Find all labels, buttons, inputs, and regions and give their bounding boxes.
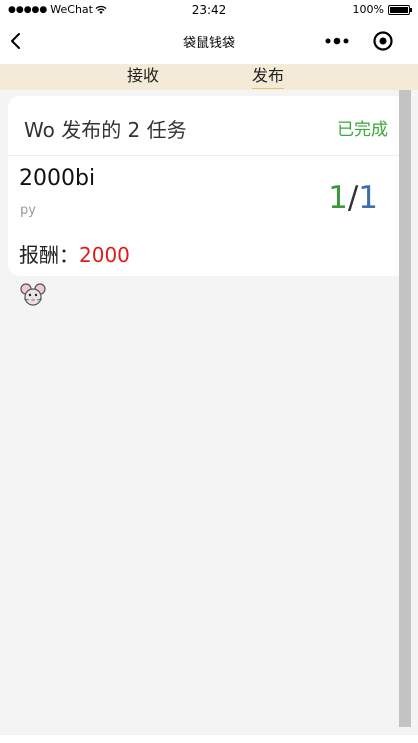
task-card[interactable]: Wo 发布的 2 任务 已完成 2000bi py 1/1 报酬：2000 <box>8 96 406 276</box>
card-header: Wo 发布的 2 任务 已完成 <box>8 96 406 156</box>
bottom-edge <box>0 735 418 743</box>
mini-program-capsule <box>322 28 396 54</box>
tab-publish[interactable]: 发布 <box>252 66 285 89</box>
status-badge: 已完成 <box>337 120 388 140</box>
status-bar: ●●●●● WeChat 23:42 100% <box>0 0 418 20</box>
reward-label: 报酬： <box>19 243 79 267</box>
status-right: 100% <box>352 3 412 16</box>
task-author: py <box>20 203 36 218</box>
task-name: 2000bi <box>19 166 96 191</box>
task-reward: 报酬：2000 <box>19 239 130 268</box>
card-title: Wo 发布的 2 任务 <box>24 118 187 142</box>
app-screen: ●●●●● WeChat 23:42 100% 袋鼠钱袋 接收 发布 Wo 发布… <box>0 0 418 743</box>
task-progress: 1/1 <box>328 180 378 216</box>
reward-value: 2000 <box>79 243 130 267</box>
scrollbar[interactable] <box>399 90 411 727</box>
more-dots-icon[interactable] <box>322 28 352 54</box>
tab-bar: 接收 发布 <box>0 64 418 90</box>
mouse-icon <box>20 283 46 306</box>
progress-done: 1 <box>328 180 348 216</box>
battery-percentage: 100% <box>352 3 384 16</box>
battery-icon <box>388 4 412 15</box>
progress-separator: / <box>347 180 359 216</box>
progress-total: 1 <box>358 180 378 216</box>
navigation-bar: 袋鼠钱袋 <box>0 20 418 64</box>
target-circle-icon[interactable] <box>370 28 396 54</box>
tab-receive[interactable]: 接收 <box>127 66 159 88</box>
